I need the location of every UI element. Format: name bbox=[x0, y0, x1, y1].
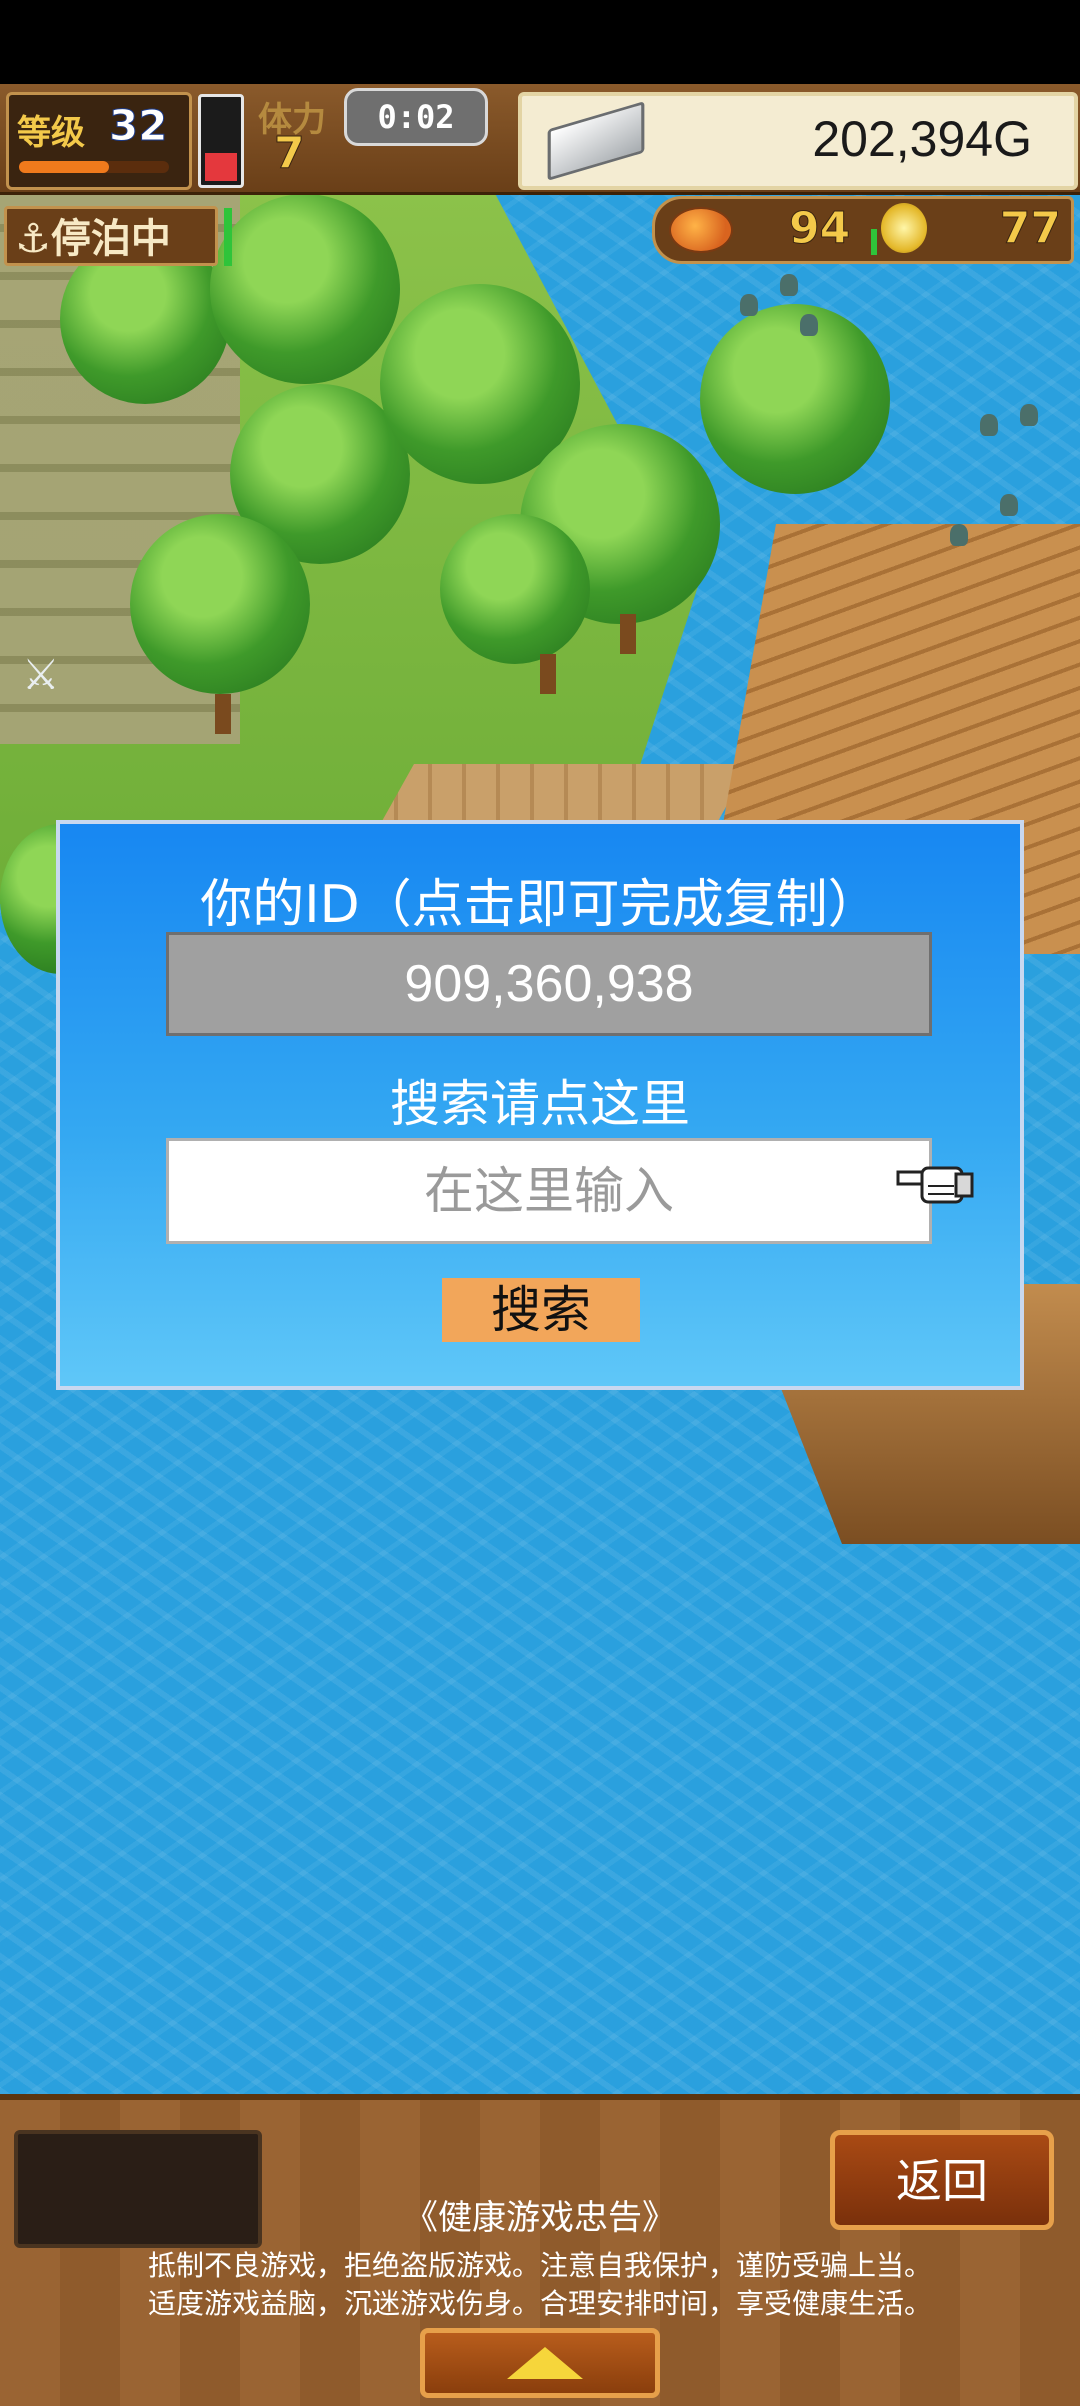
docked-status[interactable]: ⚓停泊中 bbox=[4, 206, 218, 266]
sea-rock bbox=[740, 294, 758, 316]
level-panel[interactable]: 等级 32 bbox=[6, 92, 192, 190]
level-label: 等级 bbox=[17, 113, 85, 153]
docked-status-label: 停泊中 bbox=[50, 216, 171, 262]
dialog-title: 你的ID（点击即可完成复制） bbox=[200, 875, 880, 935]
top-hud: 等级 32 体力 7 0:02 202,394G bbox=[0, 84, 1080, 195]
sea-rock bbox=[800, 314, 818, 336]
level-progress-bar bbox=[19, 161, 169, 173]
sea-rock bbox=[780, 274, 798, 296]
bottom-panel: 返回 《健康游戏忠告》 抵制不良游戏，拒绝盗版游戏。注意自我保护，谨防受骗上当。… bbox=[0, 2094, 1080, 2406]
crossed-swords-icon[interactable]: ⚔ bbox=[22, 650, 72, 700]
status-indicator bbox=[224, 208, 232, 266]
search-input[interactable] bbox=[166, 1138, 932, 1244]
level-progress-fill bbox=[19, 161, 109, 173]
stamina-gauge-fill bbox=[205, 153, 237, 181]
food-icon bbox=[669, 207, 733, 253]
stamina-value: 7 bbox=[274, 128, 306, 180]
tree bbox=[700, 304, 890, 494]
coin-count: 77 bbox=[999, 203, 1061, 255]
anchor-icon: ⚓ bbox=[15, 216, 51, 262]
sea-rock bbox=[980, 414, 998, 436]
tree-trunk bbox=[215, 694, 231, 734]
timer: 0:02 bbox=[344, 88, 488, 146]
food-indicator bbox=[871, 229, 877, 255]
id-search-dialog: 你的ID（点击即可完成复制） 909,360,938 搜索请点这里 搜索 bbox=[56, 820, 1024, 1390]
food-count: 94 bbox=[788, 203, 851, 255]
tree-trunk bbox=[540, 654, 556, 694]
health-notice-title: 《健康游戏忠告》 bbox=[404, 2198, 676, 2238]
resources-panel[interactable]: 94 77 bbox=[652, 196, 1074, 264]
silver-bar-icon bbox=[547, 101, 645, 181]
status-bar bbox=[0, 0, 1080, 84]
search-hint: 搜索请点这里 bbox=[390, 1075, 690, 1133]
health-notice-line-1: 抵制不良游戏，拒绝盗版游戏。注意自我保护，谨防受骗上当。 bbox=[147, 2249, 932, 2282]
up-arrow-icon bbox=[507, 2347, 583, 2379]
sea-rock bbox=[1020, 404, 1038, 426]
sea-rock bbox=[1000, 494, 1018, 516]
player-id-copy[interactable]: 909,360,938 bbox=[166, 932, 932, 1036]
stamina-gauge bbox=[198, 94, 244, 188]
gold-panel[interactable]: 202,394G bbox=[518, 92, 1078, 190]
tree bbox=[210, 194, 400, 384]
expand-menu-button[interactable] bbox=[420, 2328, 660, 2398]
level-value: 32 bbox=[108, 101, 168, 151]
sea-rock bbox=[950, 524, 968, 546]
coin-icon bbox=[881, 203, 927, 253]
tree-trunk bbox=[620, 614, 636, 654]
gold-amount: 202,394G bbox=[812, 111, 1032, 167]
health-notice-line-2: 适度游戏益脑，沉迷游戏伤身。合理安排时间，享受健康生活。 bbox=[147, 2287, 932, 2320]
tree bbox=[130, 514, 310, 694]
tree bbox=[440, 514, 590, 664]
search-button[interactable]: 搜索 bbox=[442, 1278, 640, 1342]
pointing-hand-icon bbox=[896, 1166, 974, 1204]
